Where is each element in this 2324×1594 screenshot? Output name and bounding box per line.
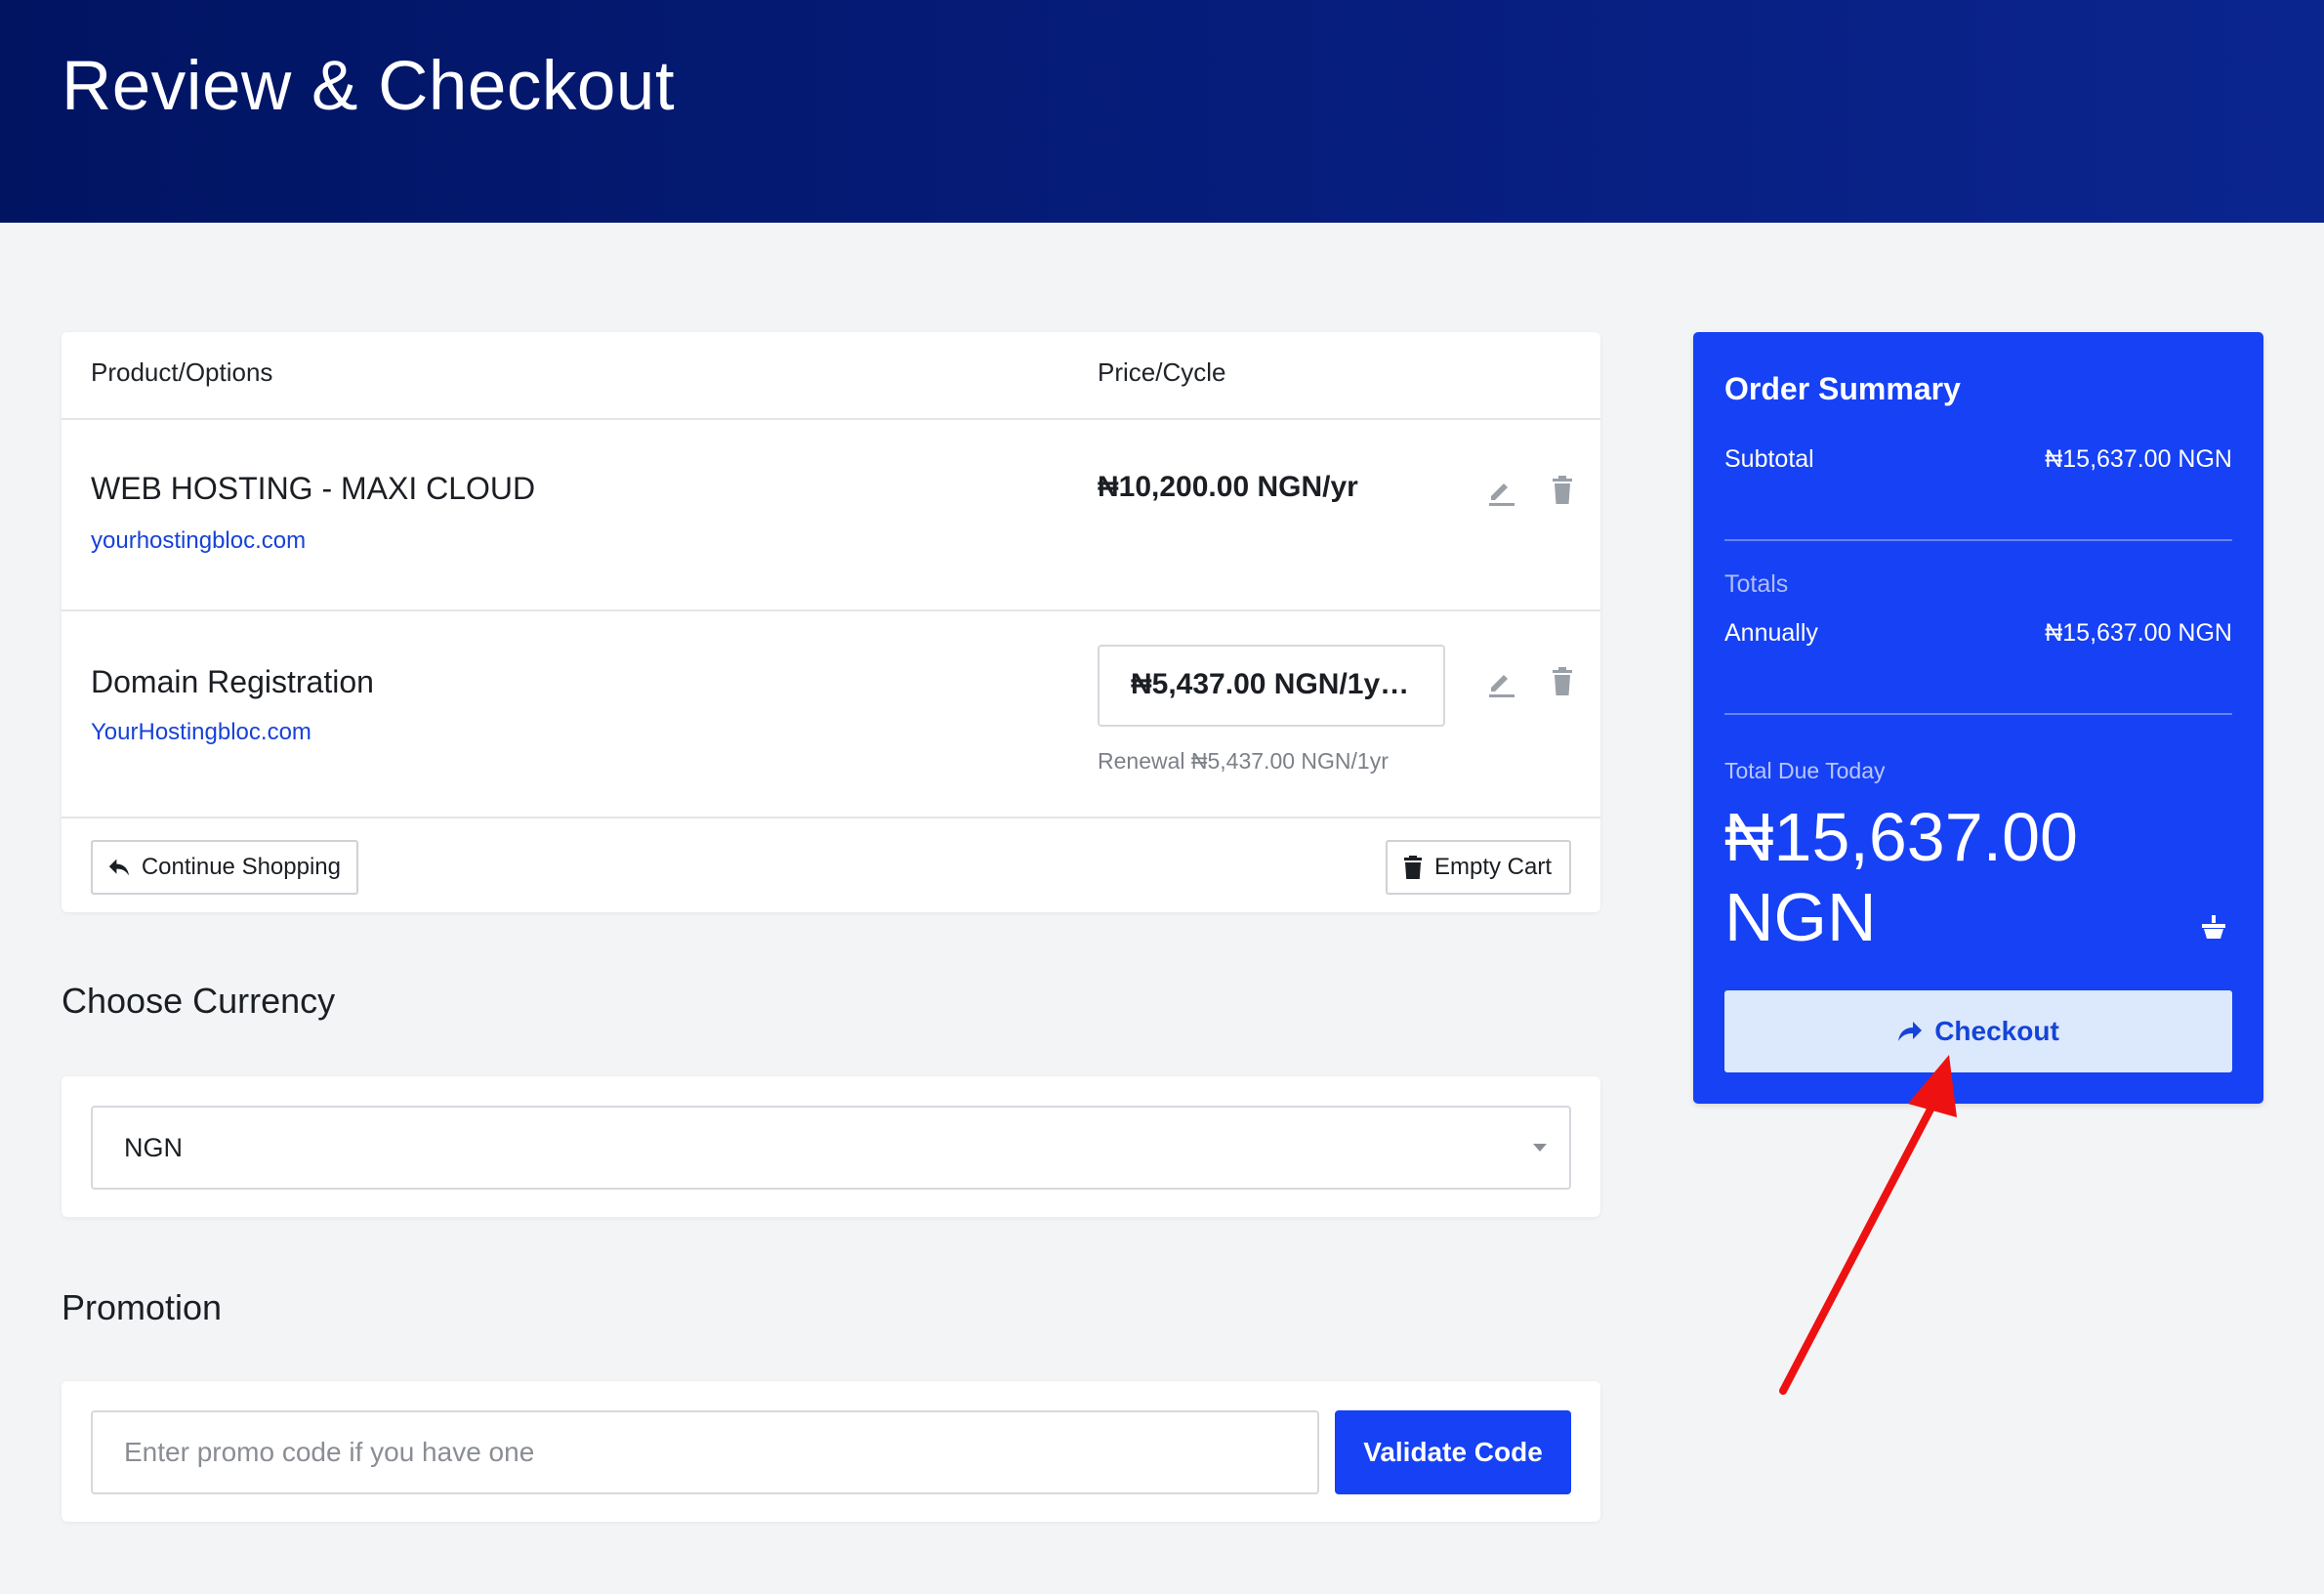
cart-item-domain-registration: Domain Registration YourHostingbloc.com … <box>62 611 1600 818</box>
trash-icon[interactable] <box>1548 475 1577 506</box>
product-name: Domain Registration <box>91 664 374 699</box>
cart-table: Product/Options Price/Cycle WEB HOSTING … <box>62 332 1600 912</box>
summary-divider <box>1724 713 2232 715</box>
renewal-price: Renewal ₦5,437.00 NGN/1yr <box>1098 748 1389 774</box>
currency-card: NGN <box>62 1076 1600 1217</box>
continue-shopping-label: Continue Shopping <box>141 854 341 880</box>
promotion-card: Validate Code <box>62 1381 1600 1522</box>
promotion-heading: Promotion <box>62 1287 223 1327</box>
summary-divider <box>1724 539 2232 541</box>
annual-value: ₦15,637.00 NGN <box>2045 619 2232 647</box>
caret-down-icon <box>1533 1144 1547 1152</box>
validate-code-button[interactable]: Validate Code <box>1335 1410 1571 1494</box>
trash-icon[interactable] <box>1548 666 1577 697</box>
promo-code-input[interactable] <box>91 1410 1319 1494</box>
subtotal-value: ₦15,637.00 NGN <box>2045 445 2232 473</box>
continue-shopping-button[interactable]: Continue Shopping <box>91 840 358 895</box>
order-summary-panel: Order Summary Subtotal ₦15,637.00 NGN To… <box>1693 332 2263 1104</box>
totals-label: Totals <box>1724 570 1789 598</box>
currency-selected-value: NGN <box>124 1133 183 1162</box>
total-due-amount: ₦15,637.00 NGN <box>1724 799 2078 955</box>
pencil-icon[interactable] <box>1487 666 1516 697</box>
column-header-price: Price/Cycle <box>1098 357 1226 387</box>
share-arrow-icon <box>1898 1022 1923 1041</box>
subtotal-label: Subtotal <box>1724 445 1814 473</box>
currency-select[interactable]: NGN <box>91 1106 1571 1190</box>
pencil-icon[interactable] <box>1487 475 1516 506</box>
product-name: WEB HOSTING - MAXI CLOUD <box>91 471 536 506</box>
currency-heading: Choose Currency <box>62 981 336 1021</box>
page-title: Review & Checkout <box>62 48 676 125</box>
column-header-product: Product/Options <box>91 357 273 387</box>
empty-cart-label: Empty Cart <box>1434 854 1553 880</box>
cart-table-header: Product/Options Price/Cycle <box>62 332 1600 420</box>
basket-icon <box>2202 915 2225 939</box>
checkout-label: Checkout <box>1934 1016 2059 1046</box>
annual-label: Annually <box>1724 619 1818 647</box>
checkout-button[interactable]: Checkout <box>1724 990 2232 1072</box>
product-domain-link[interactable]: YourHostingbloc.com <box>91 719 311 746</box>
order-summary-title: Order Summary <box>1724 371 1961 406</box>
cart-item-web-hosting: WEB HOSTING - MAXI CLOUD yourhostingbloc… <box>62 420 1600 611</box>
total-due-label: Total Due Today <box>1724 758 1886 783</box>
domain-term-select[interactable]: ₦5,437.00 NGN/1y… <box>1098 645 1445 727</box>
page-header: Review & Checkout <box>0 0 2324 223</box>
trash-icon <box>1404 856 1422 879</box>
product-price: ₦10,200.00 NGN/yr <box>1098 471 1358 503</box>
reply-arrow-icon <box>108 859 129 876</box>
product-domain-link[interactable]: yourhostingbloc.com <box>91 527 306 555</box>
empty-cart-button[interactable]: Empty Cart <box>1386 840 1571 895</box>
